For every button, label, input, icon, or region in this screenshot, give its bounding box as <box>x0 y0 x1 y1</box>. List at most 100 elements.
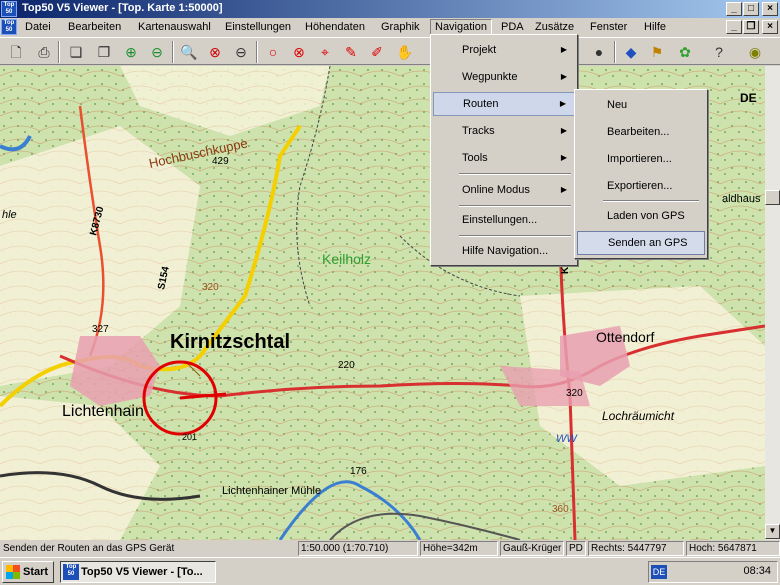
zoom-out-map-icon[interactable]: ⊖ <box>146 41 168 63</box>
toolbar-separator <box>614 41 616 63</box>
maximize-icon[interactable]: □ <box>743 2 759 16</box>
menu-item-neu[interactable]: Neu <box>577 93 705 117</box>
menu-hoehendaten[interactable]: Höhendaten <box>305 21 365 33</box>
vertical-scrollbar[interactable]: ▼ <box>765 66 780 540</box>
status-rechts: Rechts: 5447797 <box>588 541 684 556</box>
menu-datei[interactable]: Datei <box>25 21 51 33</box>
measure-icon[interactable]: ✎ <box>340 41 362 63</box>
scroll-down-icon[interactable]: ▼ <box>765 524 780 539</box>
menu-item-bearbeiten[interactable]: Bearbeiten... <box>577 120 705 144</box>
navigate-icon[interactable]: ◆ <box>620 41 642 63</box>
label-keilholz: Keilholz <box>322 251 371 267</box>
menu-item-projekt[interactable]: Projekt ▶ <box>433 38 575 62</box>
system-tray: DE 08:34 <box>648 561 778 583</box>
submenu-arrow-icon: ▶ <box>560 153 567 162</box>
menu-item-label: Tools <box>462 152 488 164</box>
toolbar-separator <box>172 41 174 63</box>
new-file-icon[interactable]: 🗋 <box>5 41 27 63</box>
menu-item-importieren[interactable]: Importieren... <box>577 147 705 171</box>
menu-item-tracks[interactable]: Tracks ▶ <box>433 119 575 143</box>
menu-item-label: Wegpunkte <box>462 71 518 83</box>
windows-logo-icon <box>6 565 20 579</box>
menu-einstellungen[interactable]: Einstellungen <box>225 21 291 33</box>
print-icon[interactable]: ⎙ <box>33 41 55 63</box>
menu-item-online-modus[interactable]: Online Modus ▶ <box>433 178 575 202</box>
flag-icon[interactable]: ⚑ <box>646 41 668 63</box>
menu-zusaetze[interactable]: Zusätze <box>535 21 574 33</box>
label-h176: 176 <box>350 466 367 477</box>
label-h201: 201 <box>182 432 197 442</box>
document-icon[interactable]: Top 50 <box>1 19 17 35</box>
start-button[interactable]: Start <box>2 561 54 583</box>
record-icon[interactable]: ● <box>588 41 610 63</box>
language-indicator[interactable]: DE <box>651 565 667 579</box>
menu-fenster[interactable]: Fenster <box>590 21 627 33</box>
help-cursor-icon[interactable]: ? <box>708 41 730 63</box>
label-edge-de: DE <box>740 91 757 105</box>
menu-separator <box>603 200 699 202</box>
menu-pda[interactable]: PDA <box>501 21 524 33</box>
label-lichtenhainer-muhle: Lichtenhainer Mühle <box>222 485 321 497</box>
status-message: Senden der Routen an das GPS Gerät <box>3 543 175 554</box>
minimize-icon[interactable]: _ <box>726 2 742 16</box>
menu-separator <box>459 235 571 237</box>
pin-icon[interactable]: ⌖ <box>314 41 336 63</box>
doc-minimize-icon[interactable]: _ <box>726 20 742 34</box>
label-h429: 429 <box>212 156 229 167</box>
label-h327: 327 <box>92 324 109 335</box>
submenu-arrow-icon: ▶ <box>560 45 567 54</box>
delete-circle-icon[interactable]: ⊗ <box>288 41 310 63</box>
top50-task-icon: Top 50 <box>63 564 79 580</box>
zoom-in-map-icon[interactable]: ⊕ <box>120 41 142 63</box>
scroll-thumb[interactable] <box>765 190 780 205</box>
toolbar-separator <box>256 41 258 63</box>
status-scale: 1:50.000 (1:70.710) <box>298 541 418 556</box>
taskbar-item-top50[interactable]: Top 50 Top50 V5 Viewer - [To... <box>60 561 216 583</box>
taskbar-item-label: Top50 V5 Viewer - [To... <box>81 566 203 578</box>
label-kirnitzschtal: Kirnitzschtal <box>170 331 290 353</box>
menu-kartenauswahl[interactable]: Kartenauswahl <box>138 21 211 33</box>
clock: 08:34 <box>743 565 771 577</box>
routen-submenu: Neu Bearbeiten... Importieren... Exporti… <box>574 89 708 259</box>
menu-item-wegpunkte[interactable]: Wegpunkte ▶ <box>433 65 575 89</box>
menu-item-exportieren[interactable]: Exportieren... <box>577 174 705 198</box>
menu-separator <box>459 205 571 207</box>
menu-item-tools[interactable]: Tools ▶ <box>433 146 575 170</box>
menu-item-laden-von-gps[interactable]: Laden von GPS <box>577 204 705 228</box>
doc-close-icon[interactable]: × <box>762 20 778 34</box>
menu-hilfe[interactable]: Hilfe <box>644 21 666 33</box>
status-projection: Gauß-Krüger <box>500 541 564 556</box>
menu-graphik[interactable]: Graphik <box>381 21 420 33</box>
circle-icon[interactable]: ○ <box>262 41 284 63</box>
windows-icon[interactable]: ❐ <box>93 41 115 63</box>
status-height: Höhe=342m <box>420 541 498 556</box>
taskbar: Start Top 50 Top50 V5 Viewer - [To... DE … <box>0 557 780 585</box>
app-icon[interactable]: Top 50 <box>1 1 17 17</box>
copy-map-icon[interactable]: ❏ <box>65 41 87 63</box>
paint-icon[interactable]: ✿ <box>674 41 696 63</box>
zoom-in-icon[interactable]: 🔍 <box>178 41 200 63</box>
start-label: Start <box>23 566 49 578</box>
submenu-arrow-icon: ▶ <box>560 185 567 194</box>
close-icon[interactable]: × <box>762 2 778 16</box>
zoom-reset-icon[interactable]: ⊗ <box>204 41 226 63</box>
submenu-arrow-icon: ▶ <box>560 126 567 135</box>
menu-bearbeiten[interactable]: Bearbeiten <box>68 21 121 33</box>
menu-item-senden-an-gps[interactable]: Senden an GPS <box>577 231 705 255</box>
label-h320b: 320 <box>566 388 583 399</box>
menu-item-routen[interactable]: Routen ▶ <box>433 92 575 116</box>
status-bar: Senden der Routen an das GPS Gerät 1:50.… <box>0 540 780 557</box>
doc-restore-icon[interactable]: ❐ <box>743 20 759 34</box>
navigation-menu: Projekt ▶ Wegpunkte ▶ Routen ▶ Tracks ▶ Tool… <box>430 34 578 266</box>
menu-bar: Top 50 Datei Bearbeiten Kartenauswahl Ein… <box>0 18 780 37</box>
menu-navigation[interactable]: Navigation <box>430 19 492 35</box>
hand-icon[interactable]: ✋ <box>394 41 416 63</box>
label-h320a: 320 <box>202 282 219 293</box>
toolbar-separator <box>58 41 60 63</box>
label-ottendorf: Ottendorf <box>596 329 654 345</box>
globe-icon[interactable]: ◉ <box>744 41 766 63</box>
menu-item-hilfe-navigation[interactable]: Hilfe Navigation... <box>433 239 575 263</box>
text-marker-icon[interactable]: ✐ <box>366 41 388 63</box>
menu-item-einstellungen[interactable]: Einstellungen... <box>433 208 575 232</box>
zoom-out-icon[interactable]: ⊖ <box>230 41 252 63</box>
